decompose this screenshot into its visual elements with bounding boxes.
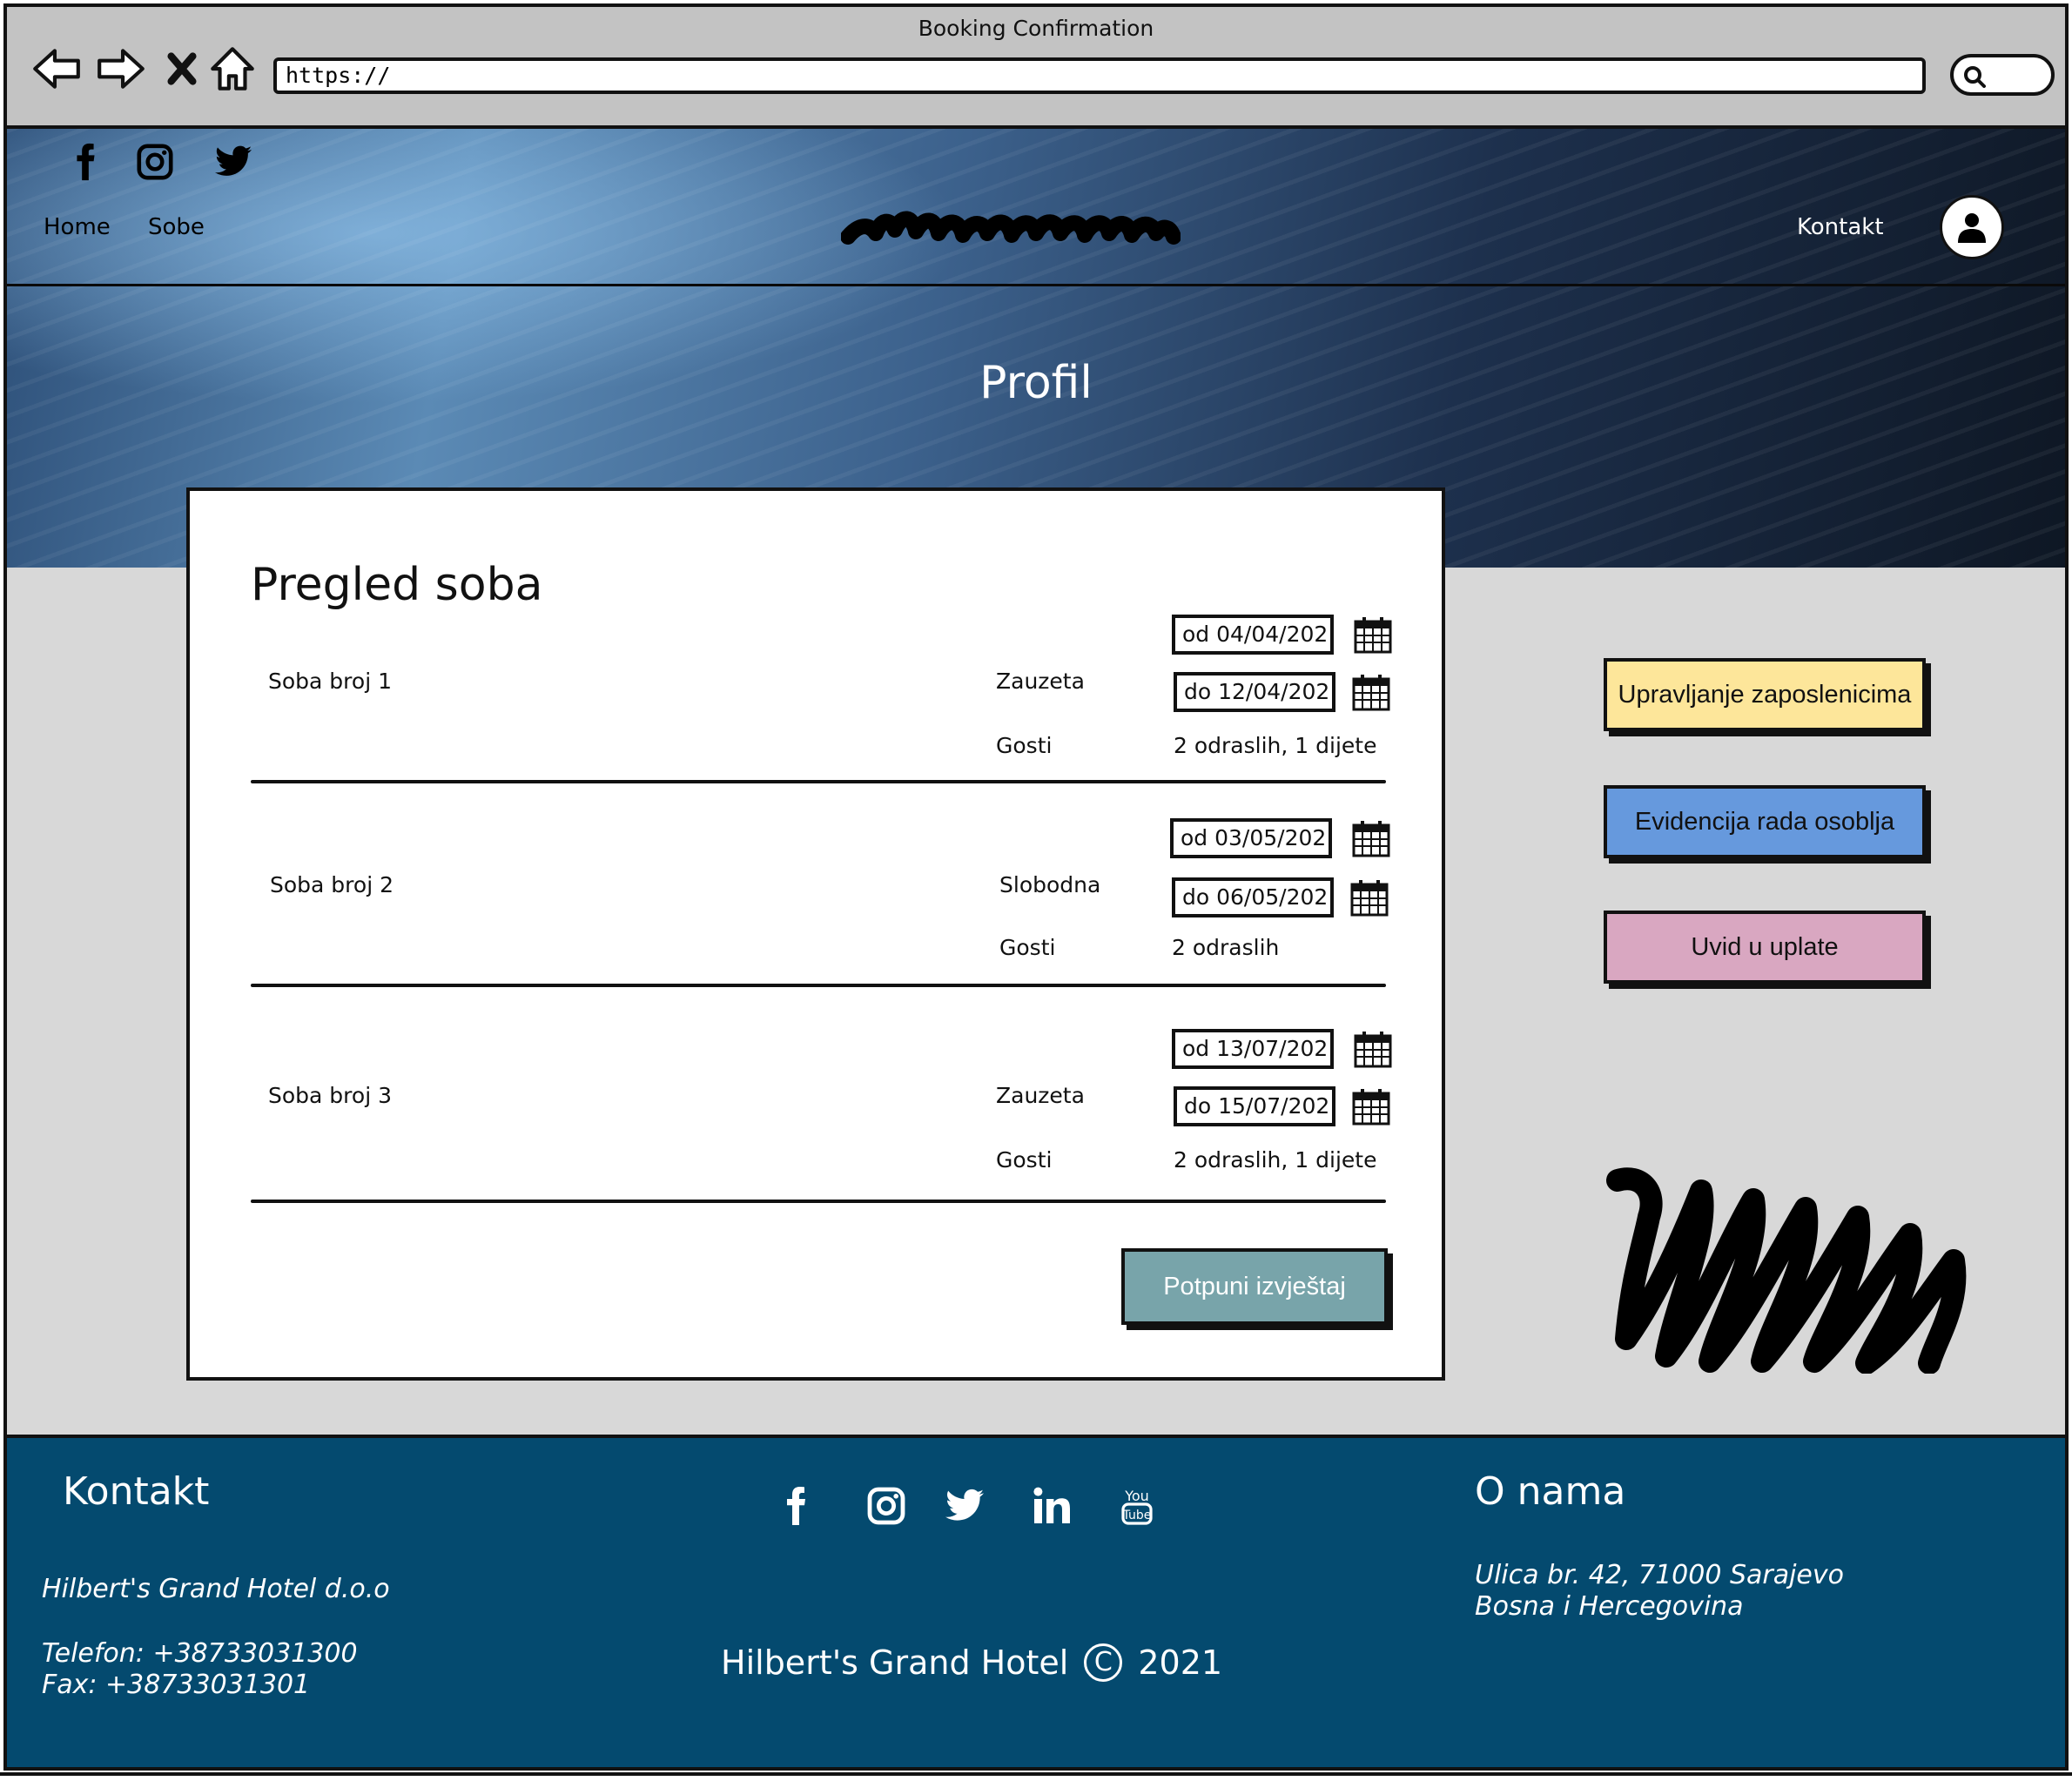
user-icon bbox=[1958, 213, 1986, 243]
date-to-field[interactable]: do 12/04/2021 bbox=[1174, 672, 1335, 712]
staff-records-button[interactable]: Evidencija rada osoblja bbox=[1604, 785, 1926, 858]
hotel-logo[interactable] bbox=[841, 198, 1181, 261]
room-status: Zauzeta bbox=[996, 669, 1085, 694]
linkedin-icon[interactable] bbox=[1027, 1482, 1076, 1530]
calendar-icon[interactable] bbox=[1353, 1029, 1393, 1069]
window-title: Booking Confirmation bbox=[918, 16, 1154, 41]
calendar-icon[interactable] bbox=[1349, 877, 1389, 917]
stop-icon[interactable] bbox=[155, 42, 209, 96]
footer-brand: Hilbert's Grand Hotel C 2021 bbox=[721, 1643, 1222, 1682]
browser-chrome: Booking Confirmation https:// bbox=[7, 7, 2065, 129]
room-name: Soba broj 2 bbox=[270, 872, 394, 897]
calendar-icon[interactable] bbox=[1351, 672, 1391, 712]
page-title: Profil bbox=[979, 357, 1093, 409]
room-status: Slobodna bbox=[999, 872, 1101, 897]
back-icon[interactable] bbox=[30, 42, 84, 96]
room-name: Soba broj 1 bbox=[268, 669, 392, 694]
guests-label: Gosti bbox=[996, 1147, 1053, 1173]
date-to-field[interactable]: do 15/07/2021 bbox=[1174, 1086, 1335, 1126]
address-bar[interactable]: https:// bbox=[273, 57, 1926, 94]
svg-text:Tube: Tube bbox=[1122, 1509, 1152, 1522]
twitter-icon[interactable] bbox=[209, 138, 258, 186]
twitter-icon[interactable] bbox=[940, 1482, 989, 1530]
copyright-icon: C bbox=[1084, 1643, 1123, 1682]
nav-home[interactable]: Home bbox=[44, 214, 111, 240]
date-from-field[interactable]: od 04/04/2021 bbox=[1172, 615, 1334, 655]
guests-label: Gosti bbox=[999, 935, 1056, 960]
facebook-icon[interactable] bbox=[771, 1482, 820, 1530]
scribbled-image-placeholder bbox=[1606, 1167, 1967, 1374]
guests-label: Gosti bbox=[996, 733, 1053, 758]
search-icon bbox=[1964, 66, 1986, 88]
copyright-year: 2021 bbox=[1138, 1643, 1223, 1682]
home-icon[interactable] bbox=[205, 42, 259, 96]
guests-value: 2 odraslih, 1 dijete bbox=[1174, 733, 1377, 758]
address-line-2: Bosna i Hercegovina bbox=[1475, 1591, 1744, 1622]
card-title: Pregled soba bbox=[251, 559, 543, 611]
room-divider bbox=[251, 780, 1386, 783]
youtube-icon[interactable]: You Tube bbox=[1113, 1482, 1161, 1530]
room-divider bbox=[251, 984, 1386, 987]
address-line-1: Ulica br. 42, 71000 Sarajevo bbox=[1475, 1560, 1844, 1590]
forward-icon[interactable] bbox=[94, 42, 148, 96]
payments-button[interactable]: Uvid u uplate bbox=[1604, 911, 1926, 984]
room-row: Soba broj 3 Zauzeta od 13/07/2021 do 15/… bbox=[190, 1020, 1442, 1229]
nav-contact[interactable]: Kontakt bbox=[1797, 214, 1884, 240]
brand-name: Hilbert's Grand Hotel bbox=[721, 1643, 1069, 1682]
instagram-icon[interactable] bbox=[862, 1482, 911, 1530]
guests-value: 2 odraslih, 1 dijete bbox=[1174, 1147, 1377, 1173]
date-from-field[interactable]: od 03/05/2021 bbox=[1170, 818, 1332, 858]
room-row: Soba broj 1 Zauzeta od 04/04/2021 do 12/… bbox=[190, 606, 1442, 815]
header-divider bbox=[7, 284, 2065, 286]
calendar-icon[interactable] bbox=[1351, 818, 1391, 858]
footer-about-heading: O nama bbox=[1475, 1469, 1626, 1514]
page-bottom-rule bbox=[0, 1772, 2072, 1776]
calendar-icon[interactable] bbox=[1353, 615, 1393, 655]
room-row: Soba broj 2 Slobodna od 03/05/2021 do 06… bbox=[190, 810, 1442, 1018]
full-report-button[interactable]: Potpuni izvještaj bbox=[1121, 1248, 1388, 1325]
phone-number: Telefon: +38733031300 bbox=[42, 1638, 358, 1669]
instagram-icon[interactable] bbox=[131, 138, 179, 186]
room-status: Zauzeta bbox=[996, 1083, 1085, 1108]
footer-contact-heading: Kontakt bbox=[63, 1469, 210, 1514]
room-divider bbox=[251, 1200, 1386, 1203]
browser-search-field[interactable] bbox=[1950, 54, 2055, 96]
fax-number: Fax: +38733031301 bbox=[42, 1670, 311, 1700]
date-to-field[interactable]: do 06/05/2021 bbox=[1172, 877, 1334, 917]
date-from-field[interactable]: od 13/07/2021 bbox=[1172, 1029, 1334, 1069]
manage-employees-button[interactable]: Upravljanje zaposlenicima bbox=[1604, 658, 1926, 731]
company-name: Hilbert's Grand Hotel d.o.o bbox=[42, 1574, 390, 1604]
user-avatar[interactable] bbox=[1940, 195, 2004, 259]
calendar-icon[interactable] bbox=[1351, 1086, 1391, 1126]
nav-rooms[interactable]: Sobe bbox=[148, 214, 205, 240]
room-name: Soba broj 3 bbox=[268, 1083, 392, 1108]
site-footer: Kontakt Hilbert's Grand Hotel d.o.o Tele… bbox=[7, 1435, 2065, 1767]
guests-value: 2 odraslih bbox=[1172, 935, 1280, 960]
rooms-overview-card: Pregled soba Soba broj 1 Zauzeta od 04/0… bbox=[186, 487, 1445, 1381]
facebook-icon[interactable] bbox=[61, 138, 110, 186]
app-frame: Booking Confirmation https:// Home Sobe … bbox=[3, 3, 2069, 1771]
svg-text:You: You bbox=[1124, 1488, 1149, 1504]
